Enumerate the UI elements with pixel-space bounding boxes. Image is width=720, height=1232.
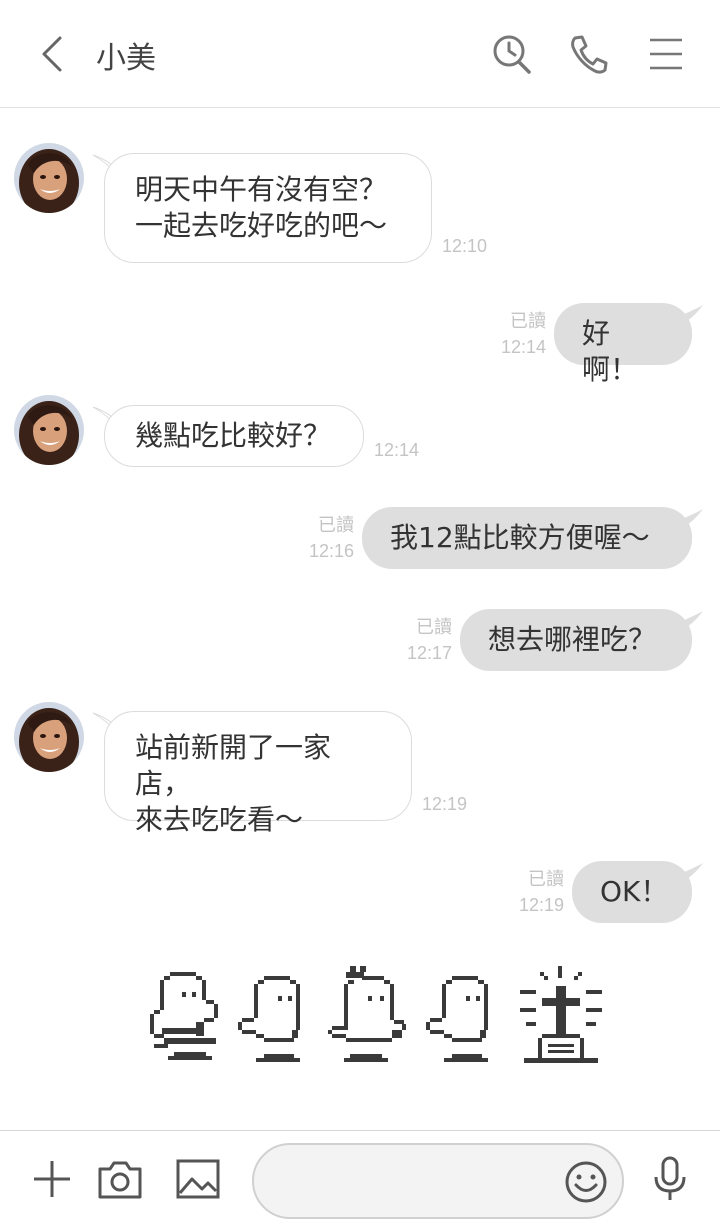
bubble-tail	[676, 611, 703, 630]
plus-icon	[34, 1161, 70, 1197]
camera-icon	[98, 1161, 142, 1199]
contact-avatar[interactable]	[14, 143, 84, 213]
message-bubble-incoming[interactable]: 明天中午有沒有空？ 一起去吃好吃的吧～	[104, 153, 432, 263]
message-bubble-outgoing[interactable]: 想去哪裡吃？	[460, 609, 692, 671]
bubble-tail	[676, 509, 703, 528]
menu-icon	[650, 38, 682, 70]
message-bubble-outgoing[interactable]: 我12點比較方便喔～	[362, 507, 692, 569]
chat-header: 小美	[0, 0, 720, 108]
image-icon	[176, 1159, 220, 1199]
message-timestamp: 12:19	[422, 794, 468, 814]
message-bubble-outgoing[interactable]: OK！	[572, 861, 692, 923]
message-timestamp: 12:10	[442, 236, 488, 256]
message-timestamp: 12:17	[406, 643, 452, 663]
bubble-tail	[676, 305, 703, 324]
phone-icon	[571, 35, 608, 74]
gallery-button[interactable]	[174, 1155, 222, 1203]
search-history-button[interactable]	[490, 30, 534, 78]
contact-name: 小美	[96, 41, 156, 76]
contact-avatar[interactable]	[14, 395, 84, 465]
message-bubble-outgoing[interactable]: 好啊！	[554, 303, 692, 386]
pixel-ghosts-sticker[interactable]	[146, 966, 616, 1086]
message-timestamp: 12:19	[518, 895, 564, 915]
back-button[interactable]	[30, 30, 74, 78]
message-meta: 已讀 12:19	[512, 866, 564, 918]
message-timestamp: 12:16	[308, 541, 354, 561]
message-input[interactable]	[278, 1159, 558, 1205]
message-timestamp: 12:14	[500, 337, 546, 357]
microphone-icon	[654, 1156, 686, 1200]
call-button[interactable]	[566, 30, 610, 78]
read-receipt: 已讀	[528, 869, 564, 889]
back-chevron-icon	[42, 36, 62, 72]
menu-button[interactable]	[644, 30, 688, 78]
message-timestamp: 12:14	[374, 440, 420, 460]
read-receipt: 已讀	[510, 311, 546, 331]
message-list[interactable]: 明天中午有沒有空？ 一起去吃好吃的吧～ 12:10 已讀 12:14 好啊！ 幾…	[0, 108, 720, 1130]
composer-bar	[0, 1130, 720, 1232]
voice-input-button[interactable]	[646, 1155, 694, 1203]
message-bubble-incoming[interactable]: 站前新開了一家店， 來去吃吃看～	[104, 711, 412, 836]
emoji-icon[interactable]	[564, 1160, 608, 1204]
read-receipt: 已讀	[416, 617, 452, 637]
message-meta: 已讀 12:14	[494, 308, 546, 360]
message-bubble-incoming[interactable]: 幾點吃比較好？	[104, 405, 364, 467]
message-input-box[interactable]	[252, 1143, 624, 1219]
search-history-icon	[493, 35, 531, 74]
camera-button[interactable]	[96, 1155, 144, 1203]
message-meta: 已讀 12:17	[400, 614, 452, 666]
contact-avatar[interactable]	[14, 702, 84, 772]
message-meta: 已讀 12:16	[302, 512, 354, 564]
bubble-tail	[676, 863, 703, 882]
add-attachment-button[interactable]	[28, 1155, 76, 1203]
read-receipt: 已讀	[318, 515, 354, 535]
